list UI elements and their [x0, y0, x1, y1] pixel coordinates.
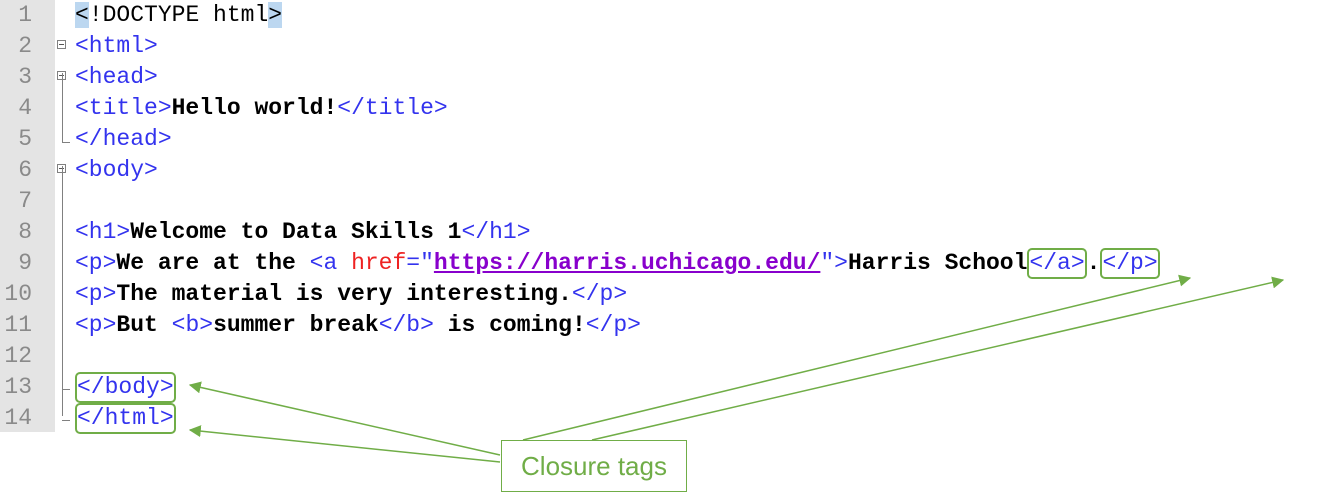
- href-attribute: href: [351, 250, 407, 276]
- tag-bracket: >: [268, 2, 283, 28]
- a-open-tag-end: ">: [820, 250, 848, 276]
- code-line-6[interactable]: <body>: [75, 155, 158, 186]
- code-line-4[interactable]: <title>Hello world!</title>: [75, 93, 448, 124]
- fold-toggle-html[interactable]: [56, 31, 70, 62]
- body-close-tag-highlight: </body>: [75, 372, 176, 403]
- code-line-14[interactable]: </html>: [75, 403, 176, 434]
- a-close-tag-highlight: </a>: [1027, 248, 1087, 279]
- body-open-tag: <body>: [75, 157, 158, 183]
- code-line-1[interactable]: <!DOCTYPE html>: [75, 0, 283, 31]
- p-open-tag: <p>: [75, 281, 117, 307]
- code-line-13[interactable]: </body>: [75, 372, 176, 403]
- html-open-tag: <html>: [75, 33, 158, 59]
- fold-end-tick: [62, 420, 70, 421]
- line-number: 4: [18, 95, 32, 121]
- doctype-text: DOCTYPE html: [102, 2, 269, 28]
- p-close-tag: </p>: [571, 281, 628, 307]
- p-close-tag: </p>: [585, 312, 641, 338]
- code-line-10[interactable]: <p>The material is very interesting.</p>: [75, 279, 627, 310]
- closure-tags-callout: Closure tags: [501, 440, 687, 492]
- line-number: 9: [18, 250, 32, 276]
- code-line-2[interactable]: <html>: [75, 31, 158, 62]
- code-line-5[interactable]: </head>: [75, 124, 172, 155]
- a-open-tag: <a: [309, 250, 352, 276]
- code-line-3[interactable]: <head>: [75, 62, 158, 93]
- h1-text: Welcome to Data Skills 1: [130, 219, 462, 245]
- b-close-tag: </b>: [378, 312, 434, 338]
- arrow-to-p-close: [591, 276, 1285, 441]
- attr-equals: =": [406, 250, 434, 276]
- fold-end-tick: [62, 142, 70, 143]
- url-link[interactable]: https://harris.uchicago.edu/: [434, 250, 820, 276]
- fold-guide-line: [62, 73, 63, 143]
- fold-toggle-head[interactable]: [56, 62, 70, 93]
- p-open-tag: <p>: [75, 250, 117, 276]
- line-number: 12: [4, 343, 32, 369]
- p-open-tag: <p>: [75, 312, 117, 338]
- p-text: But: [116, 312, 172, 338]
- fold-end-tick: [62, 389, 70, 390]
- code-line-11[interactable]: <p>But <b>summer break</b> is coming!</p…: [75, 310, 641, 341]
- html-close-tag-highlight: </html>: [75, 403, 176, 434]
- p-text: is coming!: [433, 312, 586, 338]
- arrow-to-body-close: [188, 381, 501, 456]
- arrow-to-html-close: [188, 425, 501, 463]
- title-open-tag: <title>: [75, 95, 172, 121]
- line-number: 14: [4, 405, 32, 431]
- line-number: 6: [18, 157, 32, 183]
- p-text: We are at the: [116, 250, 310, 276]
- p-close-tag-highlight: </p>: [1100, 248, 1160, 279]
- collapse-icon: [57, 40, 66, 49]
- line-number: 10: [4, 281, 32, 307]
- head-close-tag: </head>: [75, 126, 172, 152]
- doctype-bang: !: [88, 2, 103, 28]
- b-open-tag: <b>: [171, 312, 214, 338]
- line-number: 11: [4, 312, 32, 338]
- h1-open-tag: <h1>: [75, 219, 131, 245]
- period: .: [1086, 250, 1101, 276]
- h1-close-tag: </h1>: [461, 219, 531, 245]
- code-line-8[interactable]: <h1>Welcome to Data Skills 1</h1>: [75, 217, 531, 248]
- line-number: 5: [18, 126, 32, 152]
- line-number: 8: [18, 219, 32, 245]
- tag-bracket: <: [75, 2, 89, 28]
- line-number: 7: [18, 188, 32, 214]
- line-number: 2: [18, 33, 32, 59]
- link-text: Harris School: [847, 250, 1028, 276]
- line-number: 1: [18, 2, 32, 28]
- line-number: 3: [18, 64, 32, 90]
- title-close-tag: </title>: [337, 95, 448, 121]
- fold-guide-line: [62, 93, 63, 99]
- bold-text: summer break: [213, 312, 379, 338]
- title-text: Hello world!: [171, 95, 338, 121]
- fold-toggle-body[interactable]: [56, 155, 70, 186]
- head-open-tag: <head>: [75, 64, 158, 90]
- line-number: 13: [4, 374, 32, 400]
- fold-guide-line: [62, 166, 63, 416]
- p-text: The material is very interesting.: [116, 281, 572, 307]
- code-line-9[interactable]: <p>We are at the <a href="https://harris…: [75, 248, 1160, 279]
